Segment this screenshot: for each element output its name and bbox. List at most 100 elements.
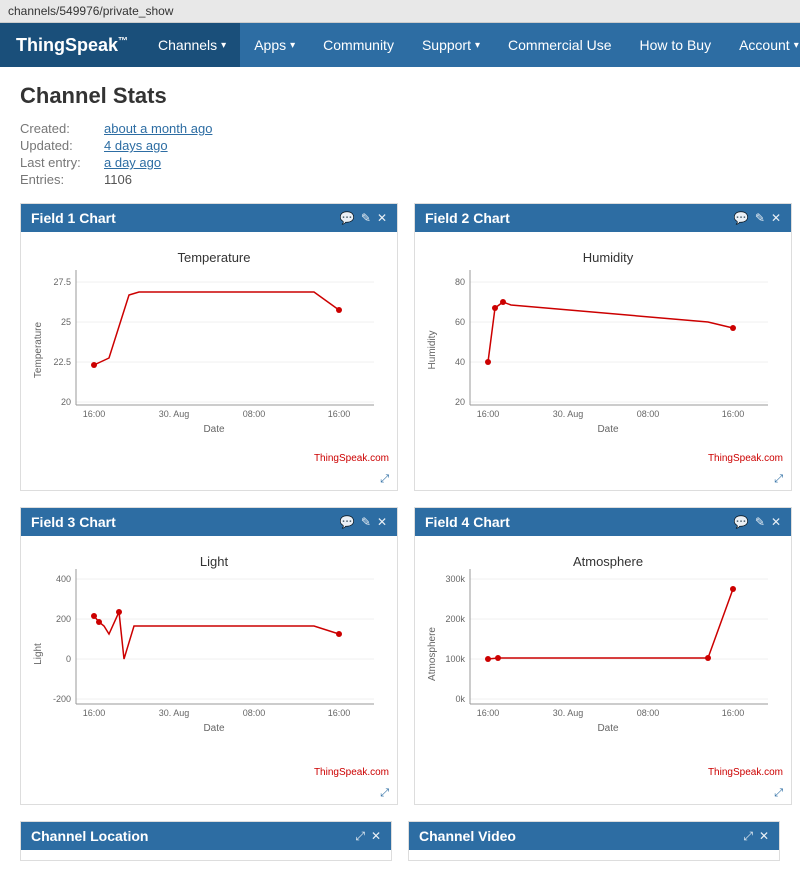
nav-apps[interactable]: Apps ▾ xyxy=(240,23,309,67)
svg-text:60: 60 xyxy=(455,317,465,327)
url-text: channels/549976/private_show xyxy=(8,4,173,18)
field3-chart-title: Field 3 Chart xyxy=(31,514,116,530)
svg-text:20: 20 xyxy=(61,397,71,407)
svg-text:200k: 200k xyxy=(445,614,465,624)
svg-text:Date: Date xyxy=(203,424,225,435)
edit-icon[interactable]: ✎ xyxy=(755,515,765,529)
field1-chart-title: Field 1 Chart xyxy=(31,210,116,226)
svg-text:Temperature: Temperature xyxy=(178,250,251,265)
chevron-down-icon: ▾ xyxy=(221,40,226,51)
nav-support[interactable]: Support ▾ xyxy=(408,23,494,67)
field3-chart-body: Light Light 400 200 0 -200 16:00 30. Aug… xyxy=(21,536,397,765)
stat-entries-value: 1106 xyxy=(104,172,132,187)
navbar-right: Commercial Use How to Buy Account ▾ xyxy=(494,23,800,67)
svg-text:100k: 100k xyxy=(445,654,465,664)
channel-video-card: Channel Video ⤢ ✕ xyxy=(408,821,780,861)
stat-created-label: Created: xyxy=(20,121,100,136)
svg-text:08:00: 08:00 xyxy=(637,409,660,419)
comment-icon[interactable]: 💬 xyxy=(734,211,749,225)
nav-commercial-use[interactable]: Commercial Use xyxy=(494,23,625,67)
expand-icon[interactable]: ⤢ xyxy=(355,829,365,844)
svg-text:Date: Date xyxy=(597,424,619,435)
svg-text:22.5: 22.5 xyxy=(53,357,71,367)
edit-icon[interactable]: ✎ xyxy=(361,515,371,529)
stat-last-entry-value[interactable]: a day ago xyxy=(104,155,161,170)
svg-text:25: 25 xyxy=(61,317,71,327)
field4-expand-icon[interactable]: ⤢ xyxy=(774,787,783,799)
field3-credit: ThingSpeak.com xyxy=(21,765,397,782)
field2-expand-icon[interactable]: ⤢ xyxy=(774,473,783,485)
page-content: Channel Stats Created: about a month ago… xyxy=(0,67,800,877)
nav-how-to-buy-label: How to Buy xyxy=(640,37,712,53)
close-icon[interactable]: ✕ xyxy=(377,211,387,225)
field4-chart-card: Field 4 Chart 💬 ✎ ✕ Atmosphere Atmospher… xyxy=(414,507,792,805)
channel-location-title: Channel Location xyxy=(31,828,148,844)
svg-text:Atmosphere: Atmosphere xyxy=(427,627,438,681)
nav-channels-label: Channels xyxy=(158,37,217,53)
channel-location-card: Channel Location ⤢ ✕ xyxy=(20,821,392,861)
field4-credit: ThingSpeak.com xyxy=(415,765,791,782)
field1-chart-header: Field 1 Chart 💬 ✎ ✕ xyxy=(21,204,397,232)
svg-text:16:00: 16:00 xyxy=(477,708,500,718)
svg-text:80: 80 xyxy=(455,277,465,287)
svg-text:Humidity: Humidity xyxy=(583,250,634,265)
field4-chart-body: Atmosphere Atmosphere 300k 200k 100k 0k … xyxy=(415,536,791,765)
svg-text:16:00: 16:00 xyxy=(83,708,106,718)
svg-text:Atmosphere: Atmosphere xyxy=(573,554,643,569)
field4-svg: Atmosphere Atmosphere 300k 200k 100k 0k … xyxy=(423,544,783,754)
edit-icon[interactable]: ✎ xyxy=(755,211,765,225)
channel-stats: Created: about a month ago Updated: 4 da… xyxy=(20,121,780,187)
svg-text:16:00: 16:00 xyxy=(722,708,745,718)
svg-text:30. Aug: 30. Aug xyxy=(553,708,584,718)
svg-text:08:00: 08:00 xyxy=(243,708,266,718)
svg-text:16:00: 16:00 xyxy=(328,708,351,718)
stat-created-value[interactable]: about a month ago xyxy=(104,121,212,136)
comment-icon[interactable]: 💬 xyxy=(734,515,749,529)
svg-text:16:00: 16:00 xyxy=(328,409,351,419)
svg-text:300k: 300k xyxy=(445,574,465,584)
stat-entries-label: Entries: xyxy=(20,172,100,187)
expand-icon[interactable]: ⤢ xyxy=(743,829,753,844)
svg-text:200: 200 xyxy=(56,614,71,624)
field4-chart-title: Field 4 Chart xyxy=(425,514,510,530)
svg-text:08:00: 08:00 xyxy=(243,409,266,419)
chevron-down-icon: ▾ xyxy=(290,40,295,51)
svg-text:400: 400 xyxy=(56,574,71,584)
nav-account-label: Account xyxy=(739,37,790,53)
stat-created: Created: about a month ago xyxy=(20,121,780,136)
close-icon[interactable]: ✕ xyxy=(771,211,781,225)
close-icon[interactable]: ✕ xyxy=(771,515,781,529)
svg-text:08:00: 08:00 xyxy=(637,708,660,718)
nav-community[interactable]: Community xyxy=(309,23,408,67)
svg-text:16:00: 16:00 xyxy=(477,409,500,419)
comment-icon[interactable]: 💬 xyxy=(340,211,355,225)
nav-how-to-buy[interactable]: How to Buy xyxy=(626,23,726,67)
nav-account[interactable]: Account ▾ xyxy=(725,23,800,67)
field2-chart-body: Humidity Humidity 80 60 40 20 16:00 30. … xyxy=(415,232,791,451)
field3-svg: Light Light 400 200 0 -200 16:00 30. Aug… xyxy=(29,544,389,754)
field4-chart-header: Field 4 Chart 💬 ✎ ✕ xyxy=(415,508,791,536)
svg-text:0k: 0k xyxy=(455,694,465,704)
brand-logo[interactable]: ThingSpeak™ xyxy=(0,23,144,67)
svg-text:Humidity: Humidity xyxy=(427,331,438,370)
svg-text:-200: -200 xyxy=(53,694,71,704)
stat-updated: Updated: 4 days ago xyxy=(20,138,780,153)
field1-chart-card: Field 1 Chart 💬 ✎ ✕ Temperature Temperat… xyxy=(20,203,398,491)
edit-icon[interactable]: ✎ xyxy=(361,211,371,225)
close-icon[interactable]: ✕ xyxy=(371,829,381,843)
stat-updated-value[interactable]: 4 days ago xyxy=(104,138,168,153)
comment-icon[interactable]: 💬 xyxy=(340,515,355,529)
field2-credit: ThingSpeak.com xyxy=(415,451,791,468)
close-icon[interactable]: ✕ xyxy=(377,515,387,529)
nav-community-label: Community xyxy=(323,37,394,53)
nav-commercial-label: Commercial Use xyxy=(508,37,611,53)
nav-channels[interactable]: Channels ▾ xyxy=(144,23,240,67)
page-title: Channel Stats xyxy=(20,83,780,109)
field1-expand-icon[interactable]: ⤢ xyxy=(380,473,389,485)
channel-video-title: Channel Video xyxy=(419,828,516,844)
field3-expand-icon[interactable]: ⤢ xyxy=(380,787,389,799)
chevron-down-icon: ▾ xyxy=(794,40,799,51)
field2-chart-title: Field 2 Chart xyxy=(425,210,510,226)
field2-svg: Humidity Humidity 80 60 40 20 16:00 30. … xyxy=(423,240,783,440)
close-icon[interactable]: ✕ xyxy=(759,829,769,843)
